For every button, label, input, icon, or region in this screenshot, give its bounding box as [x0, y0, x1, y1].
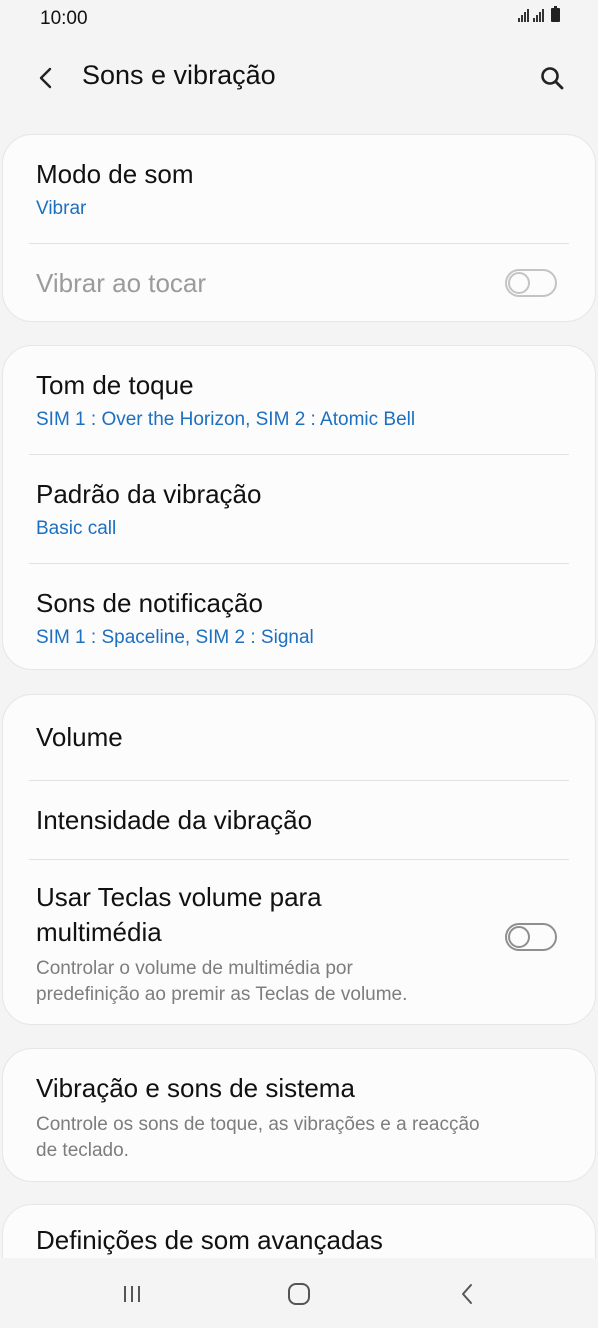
- settings-screen: 10:00 Sons e vibração Modo de som Vibrar…: [0, 0, 598, 1328]
- setting-title-line1: Usar Teclas volume para: [36, 882, 322, 912]
- setting-title: Vibrar ao tocar: [36, 268, 207, 298]
- setting-description-line1: Controlar o volume de multimédia por: [36, 958, 353, 979]
- setting-title: Volume: [36, 722, 123, 752]
- chevron-left-icon: [39, 67, 52, 89]
- setting-title: Sons de notificação: [36, 588, 263, 618]
- setting-ringtone[interactable]: Tom de toque SIM 1 : Over the Horizon, S…: [3, 346, 595, 454]
- setting-system-sounds[interactable]: Vibração e sons de sistema Controle os s…: [3, 1049, 595, 1182]
- setting-volume[interactable]: Volume: [3, 695, 595, 780]
- page-title: Sons e vibração: [82, 60, 276, 90]
- setting-description-line2: de teclado.: [36, 1140, 129, 1161]
- settings-group-ringtones: Tom de toque SIM 1 : Over the Horizon, S…: [2, 345, 596, 670]
- setting-title: Padrão da vibração: [36, 479, 262, 509]
- app-bar: Sons e vibração: [0, 38, 598, 116]
- setting-notification-sounds[interactable]: Sons de notificação SIM 1 : Spaceline, S…: [3, 564, 595, 670]
- setting-title-line2: multimédia: [36, 917, 162, 947]
- setting-value: Basic call: [36, 518, 117, 539]
- setting-vibrate-on-touch: Vibrar ao tocar: [3, 244, 595, 322]
- settings-group-volume: Volume Intensidade da vibração Usar Tecl…: [2, 694, 596, 1025]
- home-button[interactable]: [277, 1272, 321, 1316]
- search-button[interactable]: [534, 60, 570, 96]
- setting-title: Tom de toque: [36, 370, 194, 400]
- setting-value: SIM 1 : Over the Horizon, SIM 2 : Atomic…: [36, 409, 416, 430]
- setting-value: SIM 1 : Spaceline, SIM 2 : Signal: [36, 627, 314, 648]
- search-icon: [541, 67, 564, 90]
- setting-title: Definições de som avançadas: [36, 1225, 383, 1255]
- setting-description-line2: predefinição ao premir as Teclas de volu…: [36, 984, 408, 1005]
- volume-keys-media-toggle[interactable]: [505, 923, 557, 951]
- setting-title: Intensidade da vibração: [36, 805, 313, 835]
- home-icon: [288, 1283, 310, 1305]
- setting-title: Modo de som: [36, 159, 194, 189]
- setting-value: Vibrar: [36, 198, 87, 219]
- setting-volume-keys-media[interactable]: Usar Teclas volume para multimédia Contr…: [3, 860, 595, 1025]
- battery-icon: [551, 6, 560, 22]
- setting-description-line1: Controle os sons de toque, as vibrações …: [36, 1114, 480, 1135]
- navigation-bar: [0, 1258, 598, 1328]
- back-icon: [462, 1284, 472, 1304]
- signal-sim2-icon: [533, 8, 544, 22]
- setting-vibration-pattern[interactable]: Padrão da vibração Basic call: [3, 455, 595, 563]
- setting-vibration-intensity[interactable]: Intensidade da vibração: [3, 781, 595, 859]
- status-icons: [518, 6, 560, 22]
- signal-sim1-icon: [518, 8, 529, 22]
- settings-group-sound-mode: Modo de som Vibrar Vibrar ao tocar: [2, 134, 596, 322]
- status-time: 10:00: [40, 8, 88, 29]
- back-button[interactable]: [28, 60, 64, 96]
- settings-group-system-sounds: Vibração e sons de sistema Controle os s…: [2, 1048, 596, 1182]
- recents-icon: [124, 1286, 140, 1302]
- vibrate-on-touch-toggle[interactable]: [505, 269, 557, 297]
- recents-button[interactable]: [110, 1272, 154, 1316]
- back-nav-button[interactable]: [445, 1272, 489, 1316]
- status-bar: 10:00: [0, 0, 598, 38]
- setting-title: Vibração e sons de sistema: [36, 1073, 355, 1103]
- setting-sound-mode[interactable]: Modo de som Vibrar: [3, 135, 595, 243]
